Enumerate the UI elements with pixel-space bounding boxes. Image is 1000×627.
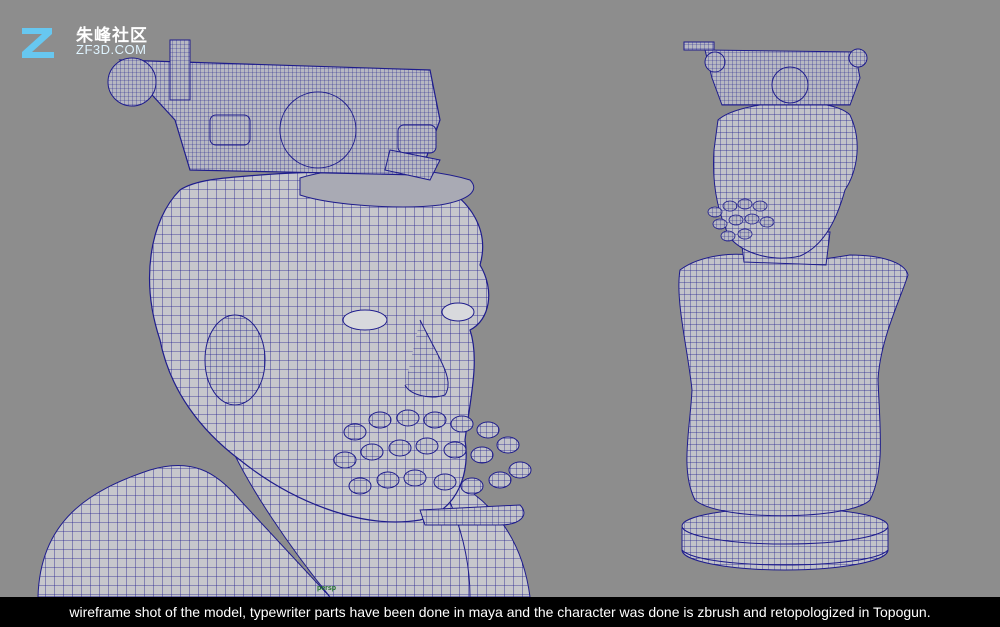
site-logo[interactable]: 朱峰社区 ZF3D.COM — [18, 18, 188, 66]
caption-bar: wireframe shot of the model, typewriter … — [0, 597, 1000, 627]
viewport-area: 朱峰社区 ZF3D.COM persp — [0, 0, 1000, 597]
right-bust-model — [678, 41, 909, 571]
wireframe-render — [37, 39, 909, 597]
logo-en-text: ZF3D.COM — [76, 42, 147, 57]
z-logo-icon — [22, 28, 54, 58]
caption-text: wireframe shot of the model, typewriter … — [69, 604, 931, 620]
viewport-camera-label: persp — [317, 585, 337, 592]
right-typewriter-model — [683, 41, 868, 106]
left-bust-model — [37, 39, 532, 597]
